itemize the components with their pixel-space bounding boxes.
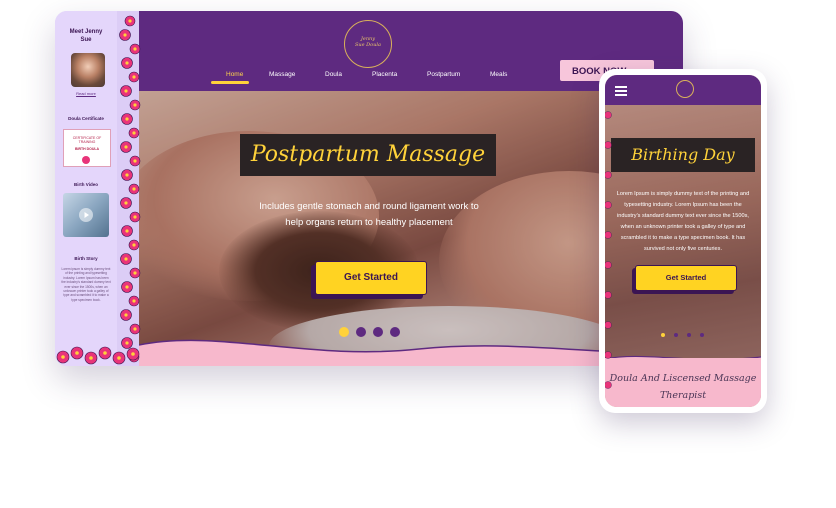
play-icon[interactable] xyxy=(79,208,93,222)
logo-line-2: Sue Doula xyxy=(354,42,381,48)
mobile-get-started-button[interactable]: Get Started xyxy=(635,265,737,291)
logo-emblem-icon[interactable]: Jenny Sue Doula xyxy=(344,20,392,68)
mobile-hero-title: Birthing Day xyxy=(611,138,755,172)
nav-item-placenta[interactable]: Placenta xyxy=(372,71,397,78)
birth-story-text: Lorem ipsum is simply dummy text of the … xyxy=(61,267,111,302)
get-started-button[interactable]: Get Started xyxy=(315,261,427,295)
cert-heading: Doula Certificate xyxy=(68,116,104,121)
mobile-slider-dot-3[interactable] xyxy=(687,333,691,337)
nav-active-underline xyxy=(211,81,249,84)
cert-line-2: BIRTH DOULA xyxy=(74,147,100,151)
nav-item-home[interactable]: Home xyxy=(226,71,243,78)
hamburger-menu-icon[interactable] xyxy=(615,86,627,99)
mobile-mockup: Birthing Day Lorem Ipsum is simply dummy… xyxy=(599,69,767,413)
mobile-logo-emblem-icon[interactable] xyxy=(676,80,694,98)
mobile-slider-dot-2[interactable] xyxy=(674,333,678,337)
story-heading: Birth Story xyxy=(74,256,98,261)
mobile-footer-title: Doula And Liscensed Massage Therapist xyxy=(609,373,757,401)
mobile-slider-dot-4[interactable] xyxy=(700,333,704,337)
desktop-mockup: Meet Jenny Sue Read more Doula Certifica… xyxy=(55,11,683,366)
nav-item-meals[interactable]: Meals xyxy=(490,71,507,78)
mobile-hero: Birthing Day Lorem Ipsum is simply dummy… xyxy=(605,105,761,365)
mobile-slider-dot-1[interactable] xyxy=(661,333,665,337)
birth-video-thumbnail[interactable] xyxy=(63,193,109,237)
hero-subtitle: Includes gentle stomach and round ligame… xyxy=(259,201,479,228)
nav-item-doula[interactable]: Doula xyxy=(325,71,342,78)
cert-line-1: CERTIFICATE OF TRAINING xyxy=(72,136,102,144)
read-more-link[interactable]: Read more xyxy=(55,91,117,96)
nav-item-postpartum[interactable]: Postpartum xyxy=(427,71,460,78)
video-heading: Birth Video xyxy=(74,182,98,187)
cert-seal-icon xyxy=(82,156,90,164)
flower-corner-icon xyxy=(56,346,140,365)
flower-border-icon xyxy=(119,15,141,363)
hero-title: Postpartum Massage xyxy=(240,134,496,176)
mobile-header xyxy=(605,75,761,105)
nav-item-massage[interactable]: Massage xyxy=(269,71,295,78)
doula-certificate-image[interactable]: CERTIFICATE OF TRAINING BIRTH DOULA xyxy=(63,129,111,167)
mobile-flower-border-icon xyxy=(605,111,612,389)
avatar[interactable] xyxy=(71,53,105,87)
mobile-screen: Birthing Day Lorem Ipsum is simply dummy… xyxy=(605,75,761,407)
mobile-hero-text: Lorem Ipsum is simply dummy text of the … xyxy=(616,191,750,252)
meet-heading: Meet Jenny Sue xyxy=(69,29,103,43)
sidebar: Meet Jenny Sue Read more Doula Certifica… xyxy=(55,11,117,366)
mobile-footer-section: Doula And Liscensed Massage Therapist xyxy=(605,358,761,407)
